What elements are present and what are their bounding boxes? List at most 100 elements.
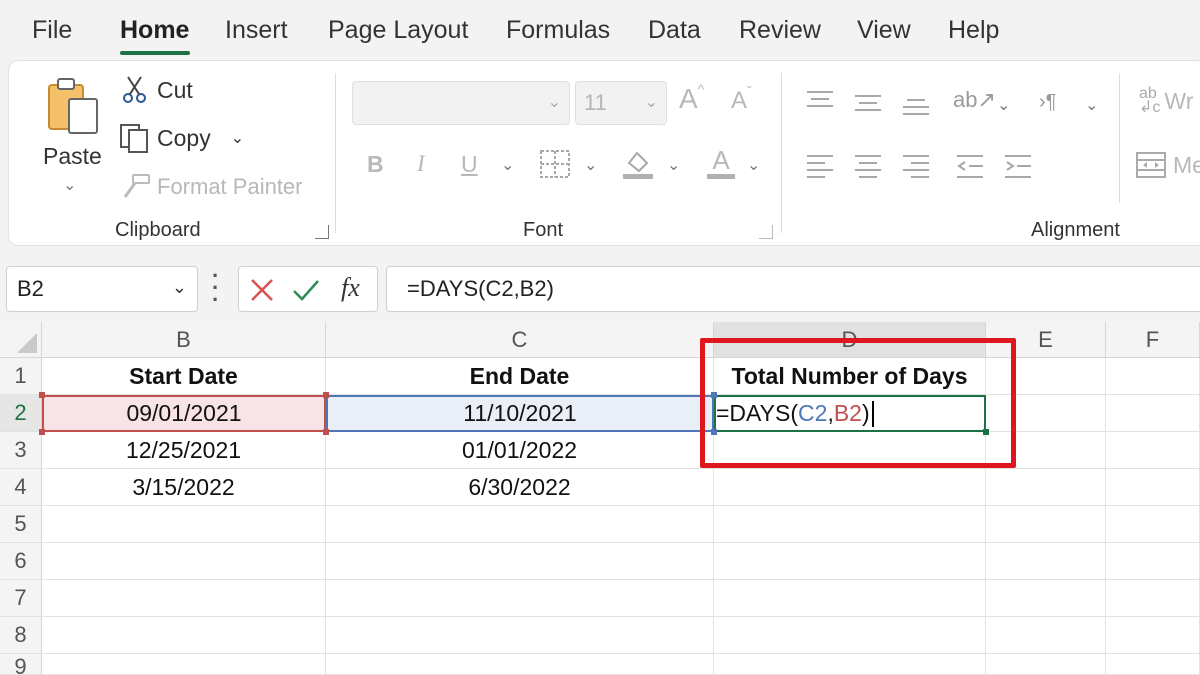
paste-dropdown-chevron-icon[interactable]: ⌄ — [63, 175, 76, 195]
tab-help[interactable]: Help — [948, 16, 999, 45]
row-header-8[interactable]: 8 — [0, 617, 42, 654]
cancel-icon[interactable] — [249, 277, 275, 303]
text-direction-icon[interactable]: ›¶ — [1039, 91, 1056, 114]
cell-b5[interactable] — [42, 506, 326, 543]
row-header-1[interactable]: 1 — [0, 358, 42, 395]
underline-button[interactable]: U — [461, 151, 478, 178]
tab-insert[interactable]: Insert — [225, 16, 288, 45]
cell-c9[interactable] — [326, 654, 714, 675]
top-align-icon[interactable] — [805, 89, 835, 118]
chevron-down-icon[interactable]: ⌄ — [584, 155, 597, 175]
select-all-corner[interactable] — [0, 322, 42, 358]
cell-f9[interactable] — [1106, 654, 1200, 675]
cell-e6[interactable] — [986, 543, 1106, 580]
tab-page-layout[interactable]: Page Layout — [328, 16, 468, 45]
cell-b6[interactable] — [42, 543, 326, 580]
cell-b2[interactable]: 09/01/2021 — [42, 395, 326, 432]
font-size-dropdown[interactable]: 11 ⌄ — [575, 81, 667, 125]
font-dialog-launcher-icon[interactable] — [759, 225, 773, 239]
paste-icon[interactable] — [45, 75, 103, 137]
cell-c8[interactable] — [326, 617, 714, 654]
cell-e3[interactable] — [986, 432, 1106, 469]
cell-f6[interactable] — [1106, 543, 1200, 580]
tab-home[interactable]: Home — [120, 16, 189, 45]
more-options-icon[interactable]: ··· — [212, 270, 219, 306]
row-header-4[interactable]: 4 — [0, 469, 42, 506]
wrap-text-button[interactable]: ab↲c Wr — [1139, 87, 1193, 115]
worksheet-grid[interactable]: B C D E F 1 2 3 4 5 6 7 8 9 Start Date E… — [0, 322, 1200, 675]
cell-b1[interactable]: Start Date — [42, 358, 326, 395]
cell-b4[interactable]: 3/15/2022 — [42, 469, 326, 506]
increase-font-size-button[interactable]: A^ — [679, 83, 704, 115]
cell-d5[interactable] — [714, 506, 986, 543]
font-name-dropdown[interactable]: ⌄ — [352, 81, 570, 125]
cell-c7[interactable] — [326, 580, 714, 617]
chevron-down-icon[interactable]: ⌄ — [747, 155, 760, 175]
tab-data[interactable]: Data — [648, 16, 701, 45]
chevron-down-icon[interactable]: ⌄ — [997, 95, 1010, 115]
cell-e7[interactable] — [986, 580, 1106, 617]
italic-button[interactable]: I — [417, 151, 425, 177]
cell-c4[interactable]: 6/30/2022 — [326, 469, 714, 506]
cell-d7[interactable] — [714, 580, 986, 617]
column-header-b[interactable]: B — [42, 322, 326, 358]
column-header-f[interactable]: F — [1106, 322, 1200, 358]
cell-f8[interactable] — [1106, 617, 1200, 654]
cell-e8[interactable] — [986, 617, 1106, 654]
cut-button[interactable]: Cut — [121, 75, 193, 105]
cell-f5[interactable] — [1106, 506, 1200, 543]
cell-c6[interactable] — [326, 543, 714, 580]
insert-function-button[interactable]: fx — [341, 273, 360, 303]
tab-review[interactable]: Review — [739, 16, 821, 45]
format-painter-button[interactable]: Format Painter — [121, 173, 303, 201]
cell-b7[interactable] — [42, 580, 326, 617]
copy-button[interactable]: Copy ⌄ — [119, 123, 244, 153]
merge-center-button[interactable]: Me — [1135, 151, 1200, 179]
decrease-font-size-button[interactable]: Aˇ — [731, 87, 752, 115]
chevron-down-icon[interactable]: ⌄ — [667, 155, 680, 175]
increase-indent-icon[interactable] — [1003, 153, 1033, 184]
chevron-down-icon[interactable]: ⌄ — [1085, 95, 1098, 115]
copy-dropdown-chevron-icon[interactable]: ⌄ — [231, 128, 244, 148]
cell-d1[interactable]: Total Number of Days — [714, 358, 986, 395]
clipboard-dialog-launcher-icon[interactable] — [315, 225, 329, 239]
chevron-down-icon[interactable]: ⌄ — [501, 155, 514, 175]
tab-formulas[interactable]: Formulas — [506, 16, 610, 45]
range-handle-c2[interactable] — [711, 392, 717, 398]
cell-f7[interactable] — [1106, 580, 1200, 617]
tab-file[interactable]: File — [32, 16, 72, 45]
cell-e4[interactable] — [986, 469, 1106, 506]
cell-d4[interactable] — [714, 469, 986, 506]
borders-icon[interactable] — [539, 149, 571, 184]
paste-button[interactable]: Paste — [43, 143, 102, 170]
cell-f2[interactable] — [1106, 395, 1200, 432]
cell-c5[interactable] — [326, 506, 714, 543]
cell-b8[interactable] — [42, 617, 326, 654]
range-handle-c2[interactable] — [711, 429, 717, 435]
cell-d3[interactable] — [714, 432, 986, 469]
row-header-7[interactable]: 7 — [0, 580, 42, 617]
bottom-align-icon[interactable] — [901, 97, 931, 126]
row-header-5[interactable]: 5 — [0, 506, 42, 543]
range-handle-b2[interactable] — [323, 392, 329, 398]
cell-f1[interactable] — [1106, 358, 1200, 395]
cell-c3[interactable]: 01/01/2022 — [326, 432, 714, 469]
range-handle-b2[interactable] — [323, 429, 329, 435]
column-header-e[interactable]: E — [986, 322, 1106, 358]
cell-e5[interactable] — [986, 506, 1106, 543]
bold-button[interactable]: B — [367, 151, 384, 178]
fill-handle[interactable] — [983, 429, 989, 435]
cell-e2[interactable] — [986, 395, 1106, 432]
cell-d2-editing[interactable]: =DAYS(C2,B2) — [714, 395, 986, 432]
align-left-icon[interactable] — [805, 153, 835, 184]
range-handle-b2[interactable] — [39, 429, 45, 435]
cell-d8[interactable] — [714, 617, 986, 654]
cell-f4[interactable] — [1106, 469, 1200, 506]
row-header-3[interactable]: 3 — [0, 432, 42, 469]
orientation-icon[interactable]: ab↗ — [953, 87, 996, 113]
decrease-indent-icon[interactable] — [955, 153, 985, 184]
row-header-9[interactable]: 9 — [0, 654, 42, 675]
middle-align-icon[interactable] — [853, 93, 883, 122]
formula-input[interactable]: =DAYS(C2,B2) — [386, 266, 1200, 312]
align-center-icon[interactable] — [853, 153, 883, 184]
